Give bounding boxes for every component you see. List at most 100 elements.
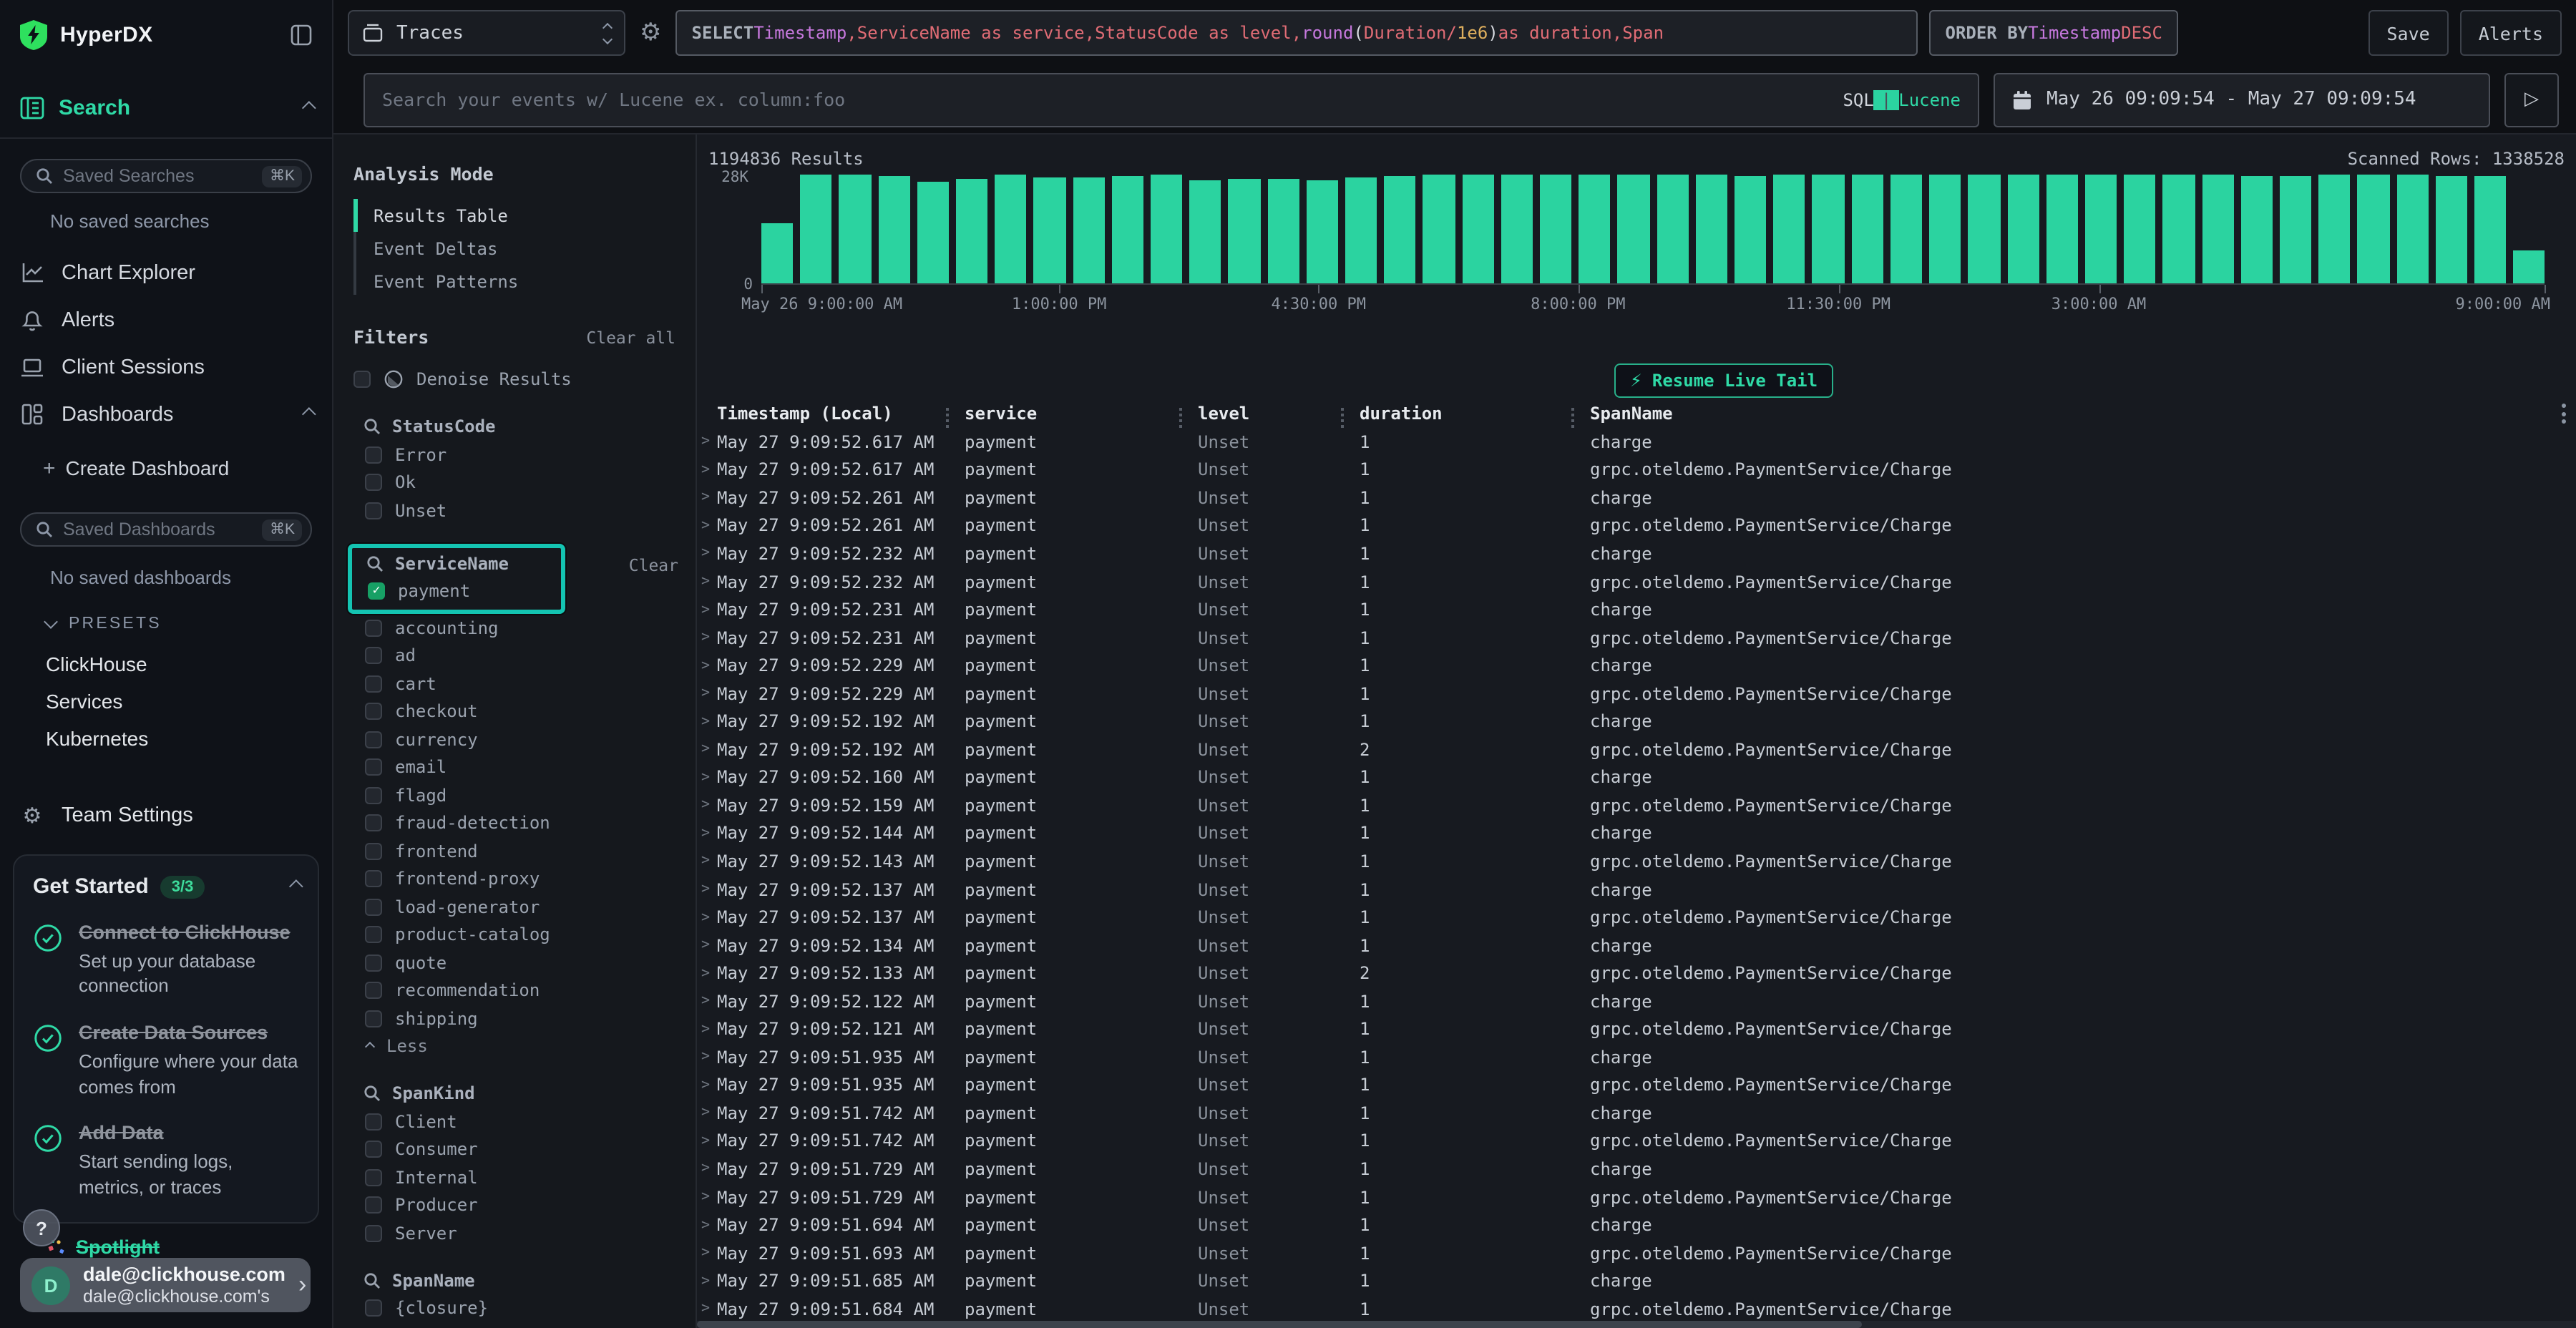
help-button[interactable]: ? [23,1209,60,1246]
filter-option-Consumer[interactable]: Consumer [345,1136,684,1163]
filter-group-header-spankind[interactable]: SpanKind [345,1079,684,1108]
table-row[interactable]: >May 27 9:09:51.935 AMpaymentUnset1grpc.… [697,1071,2576,1099]
checkbox[interactable] [365,648,382,665]
clear-filter-button[interactable]: Clear [629,555,678,575]
filter-option-Producer[interactable]: Producer [345,1191,684,1219]
get-started-item[interactable]: Connect to ClickHouseSet up your databas… [33,920,299,999]
row-expand-chevron-icon[interactable]: > [697,1161,717,1177]
checkbox[interactable] [365,1225,382,1242]
checkbox[interactable] [365,787,382,804]
results-histogram[interactable]: 28K 0 May 26 9:00:00 AM1:00:00 PM4:30:00… [761,173,2545,311]
table-row[interactable]: >May 27 9:09:52.144 AMpaymentUnset1charg… [697,819,2576,847]
presets-toggle[interactable]: PRESETS [0,611,332,637]
run-query-button[interactable]: ▷ [2504,72,2559,127]
row-expand-chevron-icon[interactable]: > [697,462,717,478]
checkbox[interactable] [365,954,382,972]
row-expand-chevron-icon[interactable]: > [697,937,717,953]
row-expand-chevron-icon[interactable]: > [697,1022,717,1038]
row-expand-chevron-icon[interactable]: > [697,546,717,562]
checkbox[interactable] [365,1113,382,1131]
filter-option-checkout[interactable]: checkout [345,698,684,726]
save-button[interactable]: Save [2368,10,2448,56]
table-row[interactable]: >May 27 9:09:52.231 AMpaymentUnset1grpc.… [697,624,2576,652]
row-expand-chevron-icon[interactable]: > [697,854,717,869]
table-options-kebab-icon[interactable] [2562,404,2566,424]
filter-option-product-catalog[interactable]: product-catalog [345,921,684,949]
table-row[interactable]: >May 27 9:09:52.229 AMpaymentUnset1charg… [697,652,2576,680]
table-row[interactable]: >May 27 9:09:51.742 AMpaymentUnset1grpc.… [697,1127,2576,1155]
checkbox[interactable] [365,927,382,944]
checkbox[interactable] [365,815,382,832]
column-resize-handle[interactable] [1571,408,1574,428]
table-row[interactable]: >May 27 9:09:52.134 AMpaymentUnset1charg… [697,932,2576,960]
checkbox[interactable] [365,843,382,860]
checkbox[interactable] [365,871,382,888]
filter-option-currency[interactable]: currency [345,726,684,753]
table-row[interactable]: >May 27 9:09:51.694 AMpaymentUnset1charg… [697,1211,2576,1239]
row-expand-chevron-icon[interactable]: > [697,574,717,590]
row-expand-chevron-icon[interactable]: > [697,882,717,897]
column-header-service[interactable]: service [943,404,1176,424]
filter-group-header-spanname[interactable]: SpanName [345,1266,684,1294]
filter-group-header-servicename[interactable]: ServiceName [352,549,555,577]
sidebar-item-alerts[interactable]: Alerts [0,296,332,343]
checkbox[interactable] [365,1141,382,1158]
analysis-mode-results-table[interactable]: Results Table [353,199,684,232]
table-row[interactable]: >May 27 9:09:52.261 AMpaymentUnset1grpc.… [697,512,2576,540]
filter-option-shipping[interactable]: shipping [345,1005,684,1032]
table-row[interactable]: >May 27 9:09:52.192 AMpaymentUnset2grpc.… [697,736,2576,763]
column-resize-handle[interactable] [946,408,949,428]
checkbox[interactable] [365,474,382,492]
scrollbar-thumb[interactable] [697,1321,1862,1328]
row-expand-chevron-icon[interactable]: > [697,1078,717,1093]
filter-option--closure-[interactable]: {closure} [345,1294,684,1322]
filter-option-frontend-proxy[interactable]: frontend-proxy [345,865,684,893]
horizontal-scrollbar[interactable] [697,1321,2576,1328]
create-dashboard-button[interactable]: + Create Dashboard [0,446,332,489]
saved-dashboards-input[interactable]: Saved Dashboards ⌘K [20,512,312,547]
column-resize-handle[interactable] [1341,408,1344,428]
row-expand-chevron-icon[interactable]: > [697,490,717,506]
row-expand-chevron-icon[interactable]: > [697,1217,717,1233]
date-range-picker[interactable]: May 26 09:09:54 - May 27 09:09:54 [1994,72,2490,127]
row-expand-chevron-icon[interactable]: > [697,434,717,450]
resume-live-tail-button[interactable]: ⚡ Resume Live Tail [1614,363,1833,398]
filter-option-ad[interactable]: ad [345,642,684,670]
checkbox[interactable] [365,675,382,693]
filter-option-load-generator[interactable]: load-generator [345,893,684,921]
get-started-item[interactable]: Add DataStart sending logs, metrics, or … [33,1121,299,1200]
denoise-results-checkbox[interactable]: Denoise Results [345,365,684,394]
row-expand-chevron-icon[interactable]: > [697,602,717,617]
checkbox[interactable] [365,1300,382,1317]
table-row[interactable]: >May 27 9:09:51.742 AMpaymentUnset1charg… [697,1099,2576,1127]
row-expand-chevron-icon[interactable]: > [697,965,717,981]
analysis-mode-event-deltas[interactable]: Event Deltas [353,232,684,265]
checkbox[interactable] [365,446,382,464]
filter-option-payment[interactable]: ✓payment [352,577,555,605]
table-row[interactable]: >May 27 9:09:51.684 AMpaymentUnset1grpc.… [697,1295,2576,1323]
checkbox[interactable] [365,1197,382,1214]
table-row[interactable]: >May 27 9:09:52.229 AMpaymentUnset1grpc.… [697,680,2576,708]
filter-option-frontend[interactable]: frontend [345,837,684,865]
checkbox[interactable] [365,899,382,916]
filter-option-fraud-detection[interactable]: fraud-detection [345,809,684,837]
row-expand-chevron-icon[interactable]: > [697,685,717,701]
checkbox[interactable] [365,1010,382,1027]
table-row[interactable]: >May 27 9:09:52.160 AMpaymentUnset1charg… [697,763,2576,791]
row-expand-chevron-icon[interactable]: > [697,742,717,758]
table-row[interactable]: >May 27 9:09:51.693 AMpaymentUnset1grpc.… [697,1239,2576,1267]
table-row[interactable]: >May 27 9:09:52.232 AMpaymentUnset1grpc.… [697,567,2576,595]
checkbox[interactable]: ✓ [368,583,385,600]
chevron-up-icon[interactable] [289,879,303,894]
table-row[interactable]: >May 27 9:09:52.121 AMpaymentUnset1grpc.… [697,1015,2576,1043]
filter-option-recommendation[interactable]: recommendation [345,977,684,1005]
checkbox[interactable] [365,759,382,776]
column-header-level[interactable]: level [1176,404,1338,424]
order-by-input[interactable]: ORDER BY Timestamp DESC [1930,10,2179,56]
language-lucene[interactable]: Lucene [1898,89,1961,109]
language-sql[interactable]: SQL [1843,89,1873,109]
filter-option-Error[interactable]: Error [345,441,684,469]
column-resize-handle[interactable] [1179,408,1182,428]
search-input[interactable]: Search your events w/ Lucene ex. column:… [364,72,1979,127]
saved-searches-input[interactable]: Saved Searches ⌘K [20,159,312,193]
